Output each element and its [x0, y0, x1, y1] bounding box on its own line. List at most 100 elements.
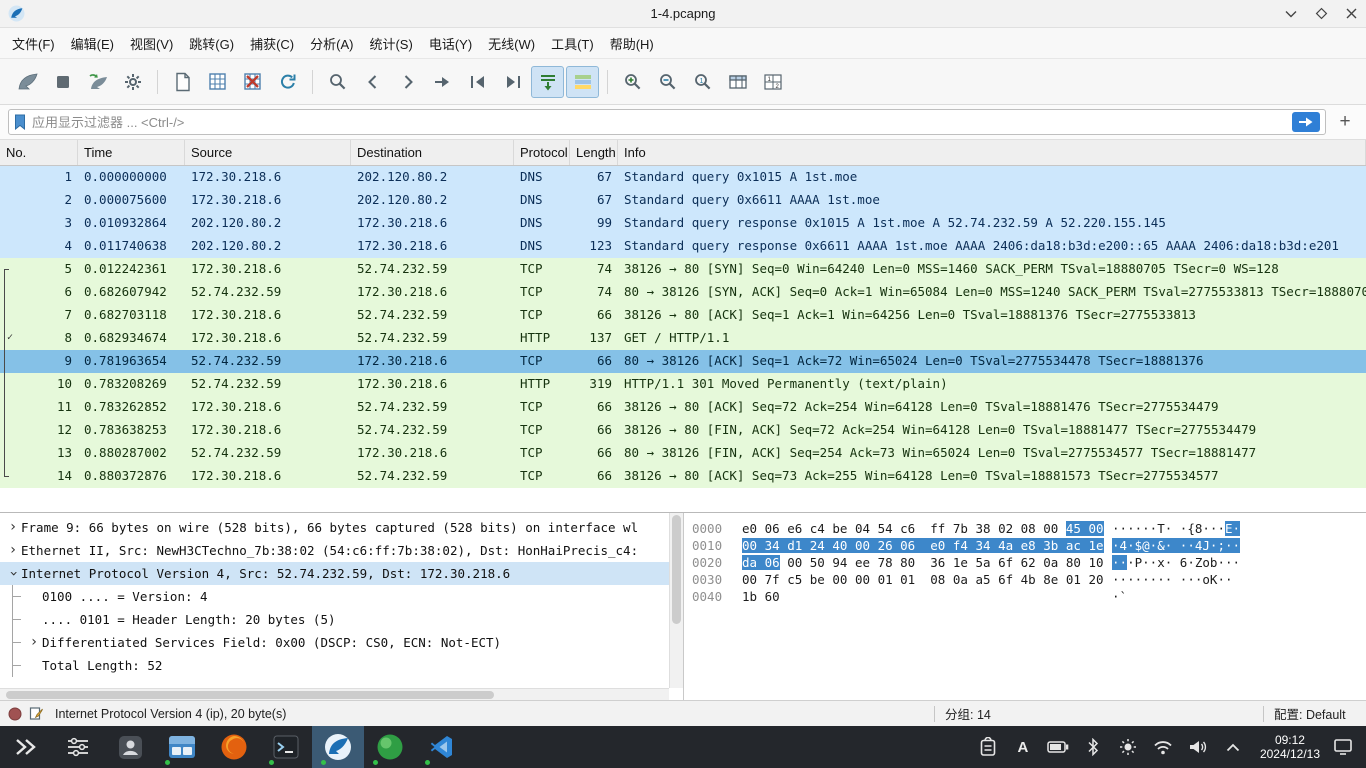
- details-horizontal-scrollbar[interactable]: [0, 688, 669, 700]
- packet-row[interactable]: 60.68260794252.74.232.59172.30.218.6TCP7…: [0, 281, 1366, 304]
- filter-text-input[interactable]: [32, 115, 1288, 130]
- packet-row[interactable]: 50.012242361172.30.218.652.74.232.59TCP7…: [0, 258, 1366, 281]
- menu-item-2[interactable]: 视图(V): [122, 29, 181, 58]
- code-editor-taskbar-button[interactable]: [416, 726, 468, 768]
- task-view-taskbar-button[interactable]: [52, 726, 104, 768]
- wifi-tray-icon[interactable]: [1152, 736, 1174, 758]
- file-manager-taskbar-button[interactable]: [156, 726, 208, 768]
- column-header-destination[interactable]: Destination: [351, 140, 514, 165]
- packet-row[interactable]: 110.783262852172.30.218.652.74.232.59TCP…: [0, 396, 1366, 419]
- menu-item-6[interactable]: 统计(S): [361, 29, 420, 58]
- display-filter-field[interactable]: [8, 109, 1326, 135]
- app-center-taskbar-button[interactable]: [104, 726, 156, 768]
- filter-add-button[interactable]: +: [1332, 111, 1358, 133]
- hex-row[interactable]: 0020da 06 00 50 94 ee 78 80 36 1e 5a 6f …: [692, 554, 1366, 571]
- menu-item-7[interactable]: 电话(Y): [421, 29, 480, 58]
- packet-row[interactable]: 80.682934674172.30.218.652.74.232.59HTTP…: [0, 327, 1366, 350]
- menu-item-9[interactable]: 工具(T): [543, 29, 602, 58]
- last-packet-button[interactable]: [496, 66, 529, 98]
- go-to-packet-button[interactable]: [426, 66, 459, 98]
- column-header-info[interactable]: Info: [618, 140, 1366, 165]
- zoom-out-button[interactable]: [651, 66, 684, 98]
- resize-columns-button[interactable]: [721, 66, 754, 98]
- expander-icon[interactable]: ›: [26, 631, 42, 654]
- packet-row[interactable]: 90.78196365452.74.232.59172.30.218.6TCP6…: [0, 350, 1366, 373]
- save-file-button[interactable]: [201, 66, 234, 98]
- status-profile[interactable]: 配置: Default: [1264, 704, 1366, 723]
- filter-apply-button[interactable]: [1292, 112, 1320, 132]
- colorize-button[interactable]: [566, 66, 599, 98]
- bluetooth-tray-icon[interactable]: [1082, 736, 1104, 758]
- packet-row[interactable]: 70.682703118172.30.218.652.74.232.59TCP6…: [0, 304, 1366, 327]
- column-header-protocol[interactable]: Protocol: [514, 140, 570, 165]
- detail-row[interactable]: ›Internet Protocol Version 4, Src: 52.74…: [0, 562, 669, 585]
- security-app-taskbar-button[interactable]: [364, 726, 416, 768]
- expand-tray-tray-icon[interactable]: [1222, 736, 1244, 758]
- detail-row[interactable]: 0100 .... = Version: 4: [0, 585, 669, 608]
- column-header-length[interactable]: Length: [570, 140, 618, 165]
- expander-icon[interactable]: ›: [5, 539, 21, 562]
- auto-scroll-button[interactable]: [531, 66, 564, 98]
- zoom-in-button[interactable]: [616, 66, 649, 98]
- menu-item-10[interactable]: 帮助(H): [602, 29, 662, 58]
- detail-row[interactable]: ›Ethernet II, Src: NewH3CTechno_7b:38:02…: [0, 539, 669, 562]
- zoom-reset-button[interactable]: 1: [686, 66, 719, 98]
- packet-row[interactable]: 30.010932864202.120.80.2172.30.218.6DNS9…: [0, 212, 1366, 235]
- brightness-tray-icon[interactable]: [1117, 736, 1139, 758]
- menu-item-4[interactable]: 捕获(C): [242, 29, 302, 58]
- menu-item-0[interactable]: 文件(F): [4, 29, 63, 58]
- first-packet-button[interactable]: [461, 66, 494, 98]
- column-header-no[interactable]: No.: [0, 140, 78, 165]
- screen-tool-tray-icon[interactable]: [1332, 736, 1354, 758]
- menu-item-5[interactable]: 分析(A): [302, 29, 361, 58]
- scrollbar-thumb[interactable]: [6, 691, 494, 699]
- minimize-button[interactable]: [1276, 0, 1306, 27]
- capture-stop-button[interactable]: [46, 66, 79, 98]
- volume-tray-icon[interactable]: [1187, 736, 1209, 758]
- capture-start-button[interactable]: [11, 66, 44, 98]
- capture-comment-icon[interactable]: [29, 706, 44, 721]
- maximize-button[interactable]: [1306, 0, 1336, 27]
- packet-row[interactable]: 100.78320826952.74.232.59172.30.218.6HTT…: [0, 373, 1366, 396]
- hex-row[interactable]: 0000e0 06 e6 c4 be 04 54 c6 ff 7b 38 02 …: [692, 520, 1366, 537]
- capture-restart-button[interactable]: [81, 66, 114, 98]
- menu-item-8[interactable]: 无线(W): [480, 29, 543, 58]
- detail-row[interactable]: .... 0101 = Header Length: 20 bytes (5): [0, 608, 669, 631]
- column-header-time[interactable]: Time: [78, 140, 185, 165]
- detail-row[interactable]: Total Length: 52: [0, 654, 669, 677]
- close-button[interactable]: [1336, 0, 1366, 27]
- close-file-button[interactable]: [236, 66, 269, 98]
- capture-options-button[interactable]: [116, 66, 149, 98]
- reload-button[interactable]: [271, 66, 304, 98]
- open-file-button[interactable]: [166, 66, 199, 98]
- scrollbar-thumb[interactable]: [672, 515, 681, 624]
- expert-info-icon[interactable]: [8, 707, 22, 721]
- go-back-button[interactable]: [356, 66, 389, 98]
- hex-row[interactable]: 003000 7f c5 be 00 00 01 01 08 0a a5 6f …: [692, 571, 1366, 588]
- hex-row[interactable]: 00401b 60·`: [692, 588, 1366, 605]
- packet-row[interactable]: 140.880372876172.30.218.652.74.232.59TCP…: [0, 465, 1366, 488]
- packet-row[interactable]: 40.011740638202.120.80.2172.30.218.6DNS1…: [0, 235, 1366, 258]
- menu-item-1[interactable]: 编辑(E): [63, 29, 122, 58]
- clipboard-tray-icon[interactable]: [977, 736, 999, 758]
- expander-icon[interactable]: ›: [5, 516, 21, 539]
- packet-row[interactable]: 10.000000000172.30.218.6202.120.80.2DNS6…: [0, 166, 1366, 189]
- toggle-columns-button[interactable]: 12: [756, 66, 789, 98]
- filter-bookmark-icon[interactable]: [14, 114, 26, 130]
- firefox-taskbar-button[interactable]: [208, 726, 260, 768]
- battery-tray-icon[interactable]: [1047, 736, 1069, 758]
- taskbar-clock[interactable]: 09:12 2024/12/13: [1260, 733, 1320, 761]
- hex-row[interactable]: 001000 34 d1 24 40 00 26 06 e0 f4 34 4a …: [692, 537, 1366, 554]
- detail-row[interactable]: ›Differentiated Services Field: 0x00 (DS…: [0, 631, 669, 654]
- packet-row[interactable]: 120.783638253172.30.218.652.74.232.59TCP…: [0, 419, 1366, 442]
- detail-row[interactable]: ›Frame 9: 66 bytes on wire (528 bits), 6…: [0, 516, 669, 539]
- details-vertical-scrollbar[interactable]: [669, 513, 683, 688]
- column-header-source[interactable]: Source: [185, 140, 351, 165]
- input-method-tray-icon[interactable]: A: [1012, 736, 1034, 758]
- find-packet-button[interactable]: [321, 66, 354, 98]
- expander-icon[interactable]: ›: [2, 566, 25, 582]
- go-forward-button[interactable]: [391, 66, 424, 98]
- terminal-taskbar-button[interactable]: [260, 726, 312, 768]
- packet-row[interactable]: 130.88028700252.74.232.59172.30.218.6TCP…: [0, 442, 1366, 465]
- packet-row[interactable]: 20.000075600172.30.218.6202.120.80.2DNS6…: [0, 189, 1366, 212]
